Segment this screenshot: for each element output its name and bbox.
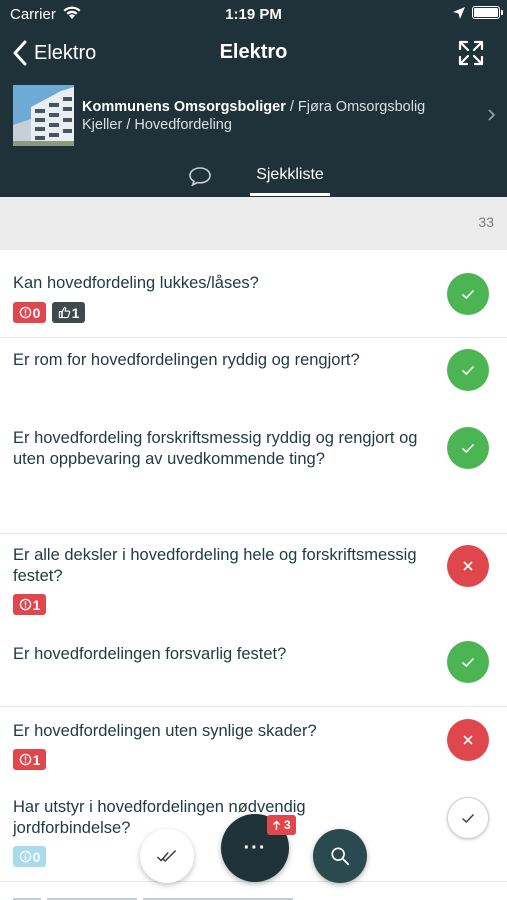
alert-icon <box>19 753 31 766</box>
status-failed-button[interactable] <box>447 545 489 587</box>
check-icon <box>462 814 475 823</box>
like-badge[interactable]: 1 <box>52 302 85 323</box>
list-item[interactable]: Kan hovedfordeling lukkes/låses? 0 1 <box>0 250 507 338</box>
clock: 1:19 PM <box>225 6 282 23</box>
list-item[interactable]: Er alle deksler i hovedfordeling hele og… <box>0 534 507 626</box>
list-item[interactable]: Er hovedfordelingen uten synlige skader?… <box>0 707 507 785</box>
info-count: 0 <box>32 848 41 865</box>
search-button[interactable] <box>313 829 367 883</box>
status-pending-button[interactable] <box>447 797 489 839</box>
question-text: Har utstyr i hovedfordelingen nødvendig … <box>13 798 306 837</box>
page-title: Elektro <box>219 41 288 63</box>
check-icon <box>461 443 475 454</box>
question-text: Er rom for hovedfordelingen ryddig og re… <box>13 351 360 369</box>
issue-count: 1 <box>32 751 41 768</box>
item-badges: 0 1 <box>13 302 85 323</box>
comment-icon[interactable] <box>188 166 212 186</box>
project-path: Kommunens Omsorgsboliger / Fjøra Omsorgs… <box>82 98 472 134</box>
upload-count: 3 <box>284 818 291 832</box>
issue-badge[interactable]: 0 <box>13 302 46 323</box>
nav-bar: Elektro Elektro <box>0 30 507 76</box>
status-failed-button[interactable] <box>447 719 489 761</box>
project-header[interactable]: Kommunens Omsorgsboliger / Fjøra Omsorgs… <box>0 82 507 150</box>
issue-count: 0 <box>32 304 41 321</box>
header: Carrier 1:19 PM Elektro Elektro Kommunen… <box>0 0 507 197</box>
expand-icon[interactable] <box>458 40 484 66</box>
question-text: Er hovedfordelingen uten synlige skader? <box>13 722 317 740</box>
status-ok-button[interactable] <box>447 349 489 391</box>
next-item-partial <box>13 898 293 900</box>
check-icon <box>461 657 475 668</box>
question-text: Kan hovedfordeling lukkes/låses? <box>13 274 259 292</box>
list-item[interactable]: Er hovedfordeling forskriftsmessig ryddi… <box>0 414 507 534</box>
tab-active-indicator <box>250 193 330 196</box>
question-text: Er hovedfordelingen forsvarlig festet? <box>13 645 287 663</box>
search-icon <box>331 847 350 866</box>
upload-badge: 3 <box>267 815 296 835</box>
tab-bar: Sjekkliste <box>0 160 507 197</box>
check-icon <box>461 289 475 300</box>
list-item[interactable]: Er hovedfordelingen forsvarlig festet? <box>0 626 507 707</box>
alert-icon <box>19 306 31 319</box>
summary-bar: 33 <box>0 197 507 250</box>
status-ok-button[interactable] <box>447 427 489 469</box>
tab-checklist[interactable]: Sjekkliste <box>250 166 330 184</box>
check-icon <box>461 365 475 376</box>
status-bar: Carrier 1:19 PM <box>0 0 507 28</box>
question-text: Er alle deksler i hovedfordeling hele og… <box>13 546 417 585</box>
project-path-1: / Fjøra Omsorgsbolig <box>285 99 426 115</box>
project-name: Kommunens Omsorgsboliger <box>82 99 286 115</box>
project-thumbnail <box>13 85 74 146</box>
info-badge[interactable]: 0 <box>13 846 46 867</box>
issue-count: 1 <box>32 596 41 613</box>
info-icon <box>19 850 31 863</box>
like-count: 1 <box>71 304 80 321</box>
item-badges: 1 <box>13 594 46 615</box>
list-item[interactable]: Er rom for hovedfordelingen ryddig og re… <box>0 338 507 414</box>
close-icon <box>463 735 473 745</box>
upload-arrow-icon <box>272 819 281 830</box>
thumbs-up-icon <box>58 306 70 319</box>
issue-badge[interactable]: 1 <box>13 749 46 770</box>
item-badges: 1 <box>13 749 46 770</box>
status-ok-button[interactable] <box>447 273 489 315</box>
chevron-right-icon <box>488 109 496 121</box>
close-icon <box>463 561 473 571</box>
status-ok-button[interactable] <box>447 641 489 683</box>
alert-icon <box>19 598 31 611</box>
project-path-2: Kjeller / Hovedfordeling <box>82 117 232 133</box>
mark-all-button[interactable] <box>140 829 194 883</box>
item-count: 33 <box>478 214 494 230</box>
battery-icon <box>472 6 503 19</box>
issue-badge[interactable]: 1 <box>13 594 46 615</box>
question-text: Er hovedfordeling forskriftsmessig ryddi… <box>13 429 418 468</box>
double-check-icon <box>157 849 176 862</box>
location-arrow-icon <box>453 7 465 19</box>
item-badges: 0 <box>13 846 46 867</box>
